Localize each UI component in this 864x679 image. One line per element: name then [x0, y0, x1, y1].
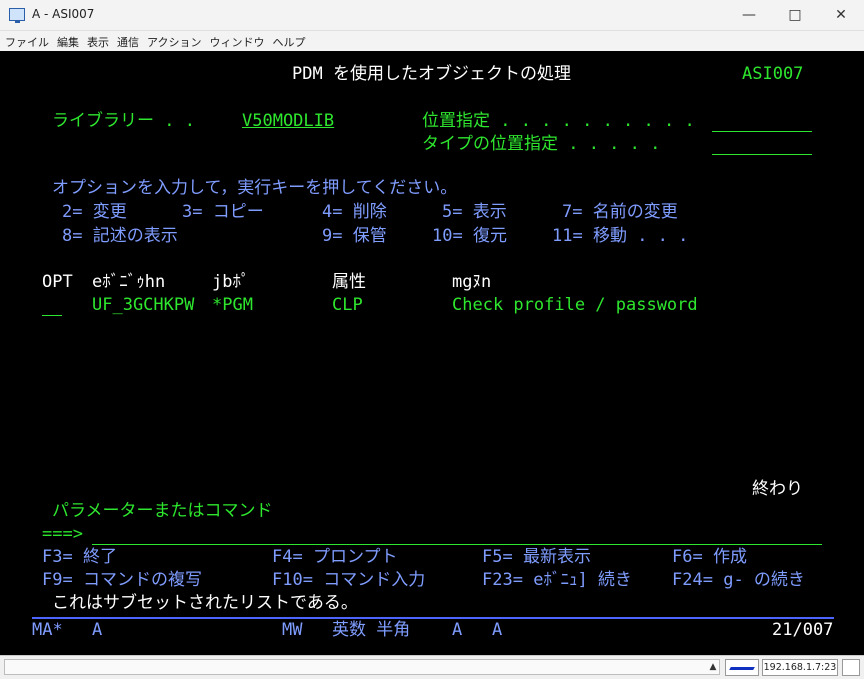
oia-a: A — [92, 620, 103, 640]
resize-grip-icon[interactable] — [842, 659, 860, 676]
row-opt-input[interactable] — [42, 295, 62, 316]
close-button[interactable]: ✕ — [818, 0, 864, 30]
row-attribute: CLP — [332, 295, 363, 315]
library-field[interactable]: V50MODLIB — [242, 111, 334, 131]
cursor-position: 21/007 — [772, 620, 834, 640]
oia-ma: MA* — [32, 620, 63, 640]
oia-mw: MW — [282, 620, 303, 640]
menu-window[interactable]: ウィンドウ — [209, 33, 264, 53]
column-type: jbﾎﾟ — [212, 272, 250, 292]
host-address: 192.168.1.7:23 — [762, 659, 838, 676]
oia-separator — [32, 617, 834, 619]
title-bar: A - ASI007 — □ ✕ — [0, 0, 864, 31]
row-text: Check profile / password — [452, 295, 698, 315]
menu-action[interactable]: アクション — [147, 33, 201, 53]
window-title: A - ASI007 — [32, 7, 95, 21]
fkey-f3[interactable]: F3= 終了 — [42, 547, 117, 567]
option-display: 5= 表示 — [442, 202, 507, 222]
option-restore: 10= 復元 — [432, 226, 507, 246]
column-text: mgﾇn — [452, 272, 492, 292]
option-copy: 3= コピー — [182, 202, 264, 222]
menu-file[interactable]: ファイル — [5, 33, 49, 53]
option-delete: 4= 削除 — [322, 202, 387, 222]
column-object: eﾎﾞﾆﾞｩhn — [92, 272, 166, 292]
type-position-input[interactable] — [712, 134, 812, 155]
command-input[interactable] — [92, 524, 822, 545]
scroll-up-icon[interactable]: ▲ — [706, 659, 720, 675]
horizontal-scrollbar[interactable] — [4, 659, 720, 675]
fkey-f4[interactable]: F4= プロンプト — [272, 547, 397, 567]
message-line: これはサブセットされたリストである。 — [52, 593, 358, 613]
maximize-button[interactable]: □ — [772, 0, 818, 30]
position-input[interactable] — [712, 111, 812, 132]
menu-bar: ファイル 編集 表示 通信 アクション ウィンドウ ヘルプ — [0, 31, 864, 51]
end-label: 終わり — [752, 479, 803, 499]
fkey-f24[interactable]: F24= g- の続き — [672, 570, 805, 590]
row-type: *PGM — [212, 295, 253, 315]
position-label: 位置指定 . . . . . . . . . . — [422, 111, 695, 131]
minimize-button[interactable]: — — [726, 0, 772, 30]
oia-a2: A — [452, 620, 463, 640]
type-position-label: タイプの位置指定 . . . . . — [422, 134, 661, 154]
option-move: 11= 移動 . . . — [552, 226, 689, 246]
fkey-f6[interactable]: F6= 作成 — [672, 547, 747, 567]
option-change: 2= 変更 — [62, 202, 127, 222]
instruction-text: オプションを入力して，実行キーを押してください。 — [52, 178, 458, 198]
menu-help[interactable]: ヘルプ — [272, 33, 305, 53]
fkey-f9[interactable]: F9= コマンドの複写 — [42, 570, 202, 590]
session-indicator-icon — [725, 659, 759, 676]
fkey-f5[interactable]: F5= 最新表示 — [482, 547, 591, 567]
option-rename: 7= 名前の変更 — [562, 202, 678, 222]
menu-view[interactable]: 表示 — [87, 33, 109, 53]
command-prompt: ===> — [42, 524, 83, 544]
option-save: 9= 保管 — [322, 226, 387, 246]
library-label: ライブラリー . . — [52, 111, 195, 131]
column-opt: OPT — [42, 272, 73, 292]
fkey-f23[interactable]: F23= eﾎﾞﾆｭ] 続き — [482, 570, 632, 590]
fkey-f10[interactable]: F10= コマンド入力 — [272, 570, 425, 590]
menu-edit[interactable]: 編集 — [57, 33, 79, 53]
param-label: パラメーターまたはコマンド — [52, 501, 273, 521]
column-attribute: 属性 — [332, 272, 366, 292]
screen-title: PDM を使用したオブジェクトの処理 — [292, 64, 571, 84]
oia-input-mode: 英数 半角 — [332, 620, 411, 640]
menu-communication[interactable]: 通信 — [117, 33, 139, 53]
system-name: ASI007 — [742, 64, 804, 84]
status-bar: ▲ 192.168.1.7:23 — [0, 655, 864, 679]
option-describe: 8= 記述の表示 — [62, 226, 178, 246]
row-object: UF_3GCHKPW — [92, 295, 195, 315]
oia-a3: A — [492, 620, 503, 640]
monitor-icon — [9, 8, 25, 23]
terminal-screen[interactable]: PDM を使用したオブジェクトの処理 ASI007 ライブラリー . . V50… — [0, 51, 864, 655]
